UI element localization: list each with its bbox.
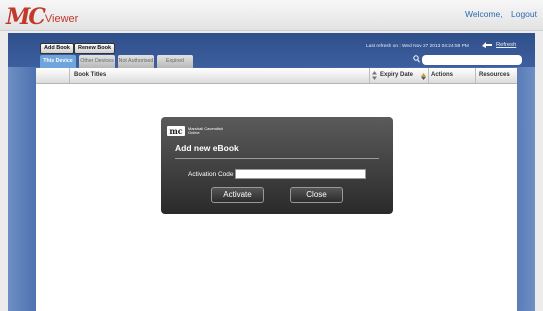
- app-logo: MC Viewer: [6, 4, 78, 28]
- column-expiry-date[interactable]: Expiry Date: [380, 72, 413, 78]
- brand-sub: Online: [188, 130, 200, 135]
- tab-not-authorised[interactable]: Not Authorised: [118, 55, 154, 68]
- column-resources: Resources: [479, 72, 510, 78]
- renew-book-button[interactable]: Renew Book: [74, 43, 116, 54]
- refresh-icon: [482, 42, 492, 48]
- tab-other-devices[interactable]: Other Devices: [79, 55, 115, 68]
- activate-button[interactable]: Activate: [211, 187, 264, 203]
- column-divider: [475, 68, 476, 83]
- sort-icon[interactable]: [421, 73, 426, 80]
- table-header: Book Titles Expiry Date Actions Resource…: [36, 68, 517, 84]
- top-header: MC Viewer Welcome, Logout: [0, 0, 543, 31]
- add-book-button[interactable]: Add Book: [40, 43, 74, 54]
- welcome-text: Welcome,: [464, 9, 503, 19]
- column-divider: [428, 68, 429, 83]
- sort-icon[interactable]: [372, 71, 377, 80]
- add-ebook-dialog: mc Marshall Cavendish Online Add new eBo…: [161, 117, 393, 214]
- tab-expired[interactable]: Expired: [157, 55, 193, 68]
- search-icon: [413, 55, 420, 63]
- close-button[interactable]: Close: [290, 187, 343, 203]
- refresh-link[interactable]: Refresh: [481, 41, 516, 49]
- last-refresh-text: Last refresh on : Wed Nov 27 2013 04:24:…: [366, 44, 469, 49]
- divider: [175, 158, 379, 159]
- column-actions: Actions: [431, 72, 454, 78]
- refresh-label: Refresh: [496, 42, 517, 48]
- activation-code-label: Activation Code: [188, 171, 234, 178]
- activation-code-input[interactable]: [235, 169, 366, 179]
- column-book-titles[interactable]: Book Titles: [74, 72, 106, 78]
- search-input[interactable]: [422, 55, 522, 65]
- brand-text: Marshall Cavendish Online: [188, 126, 223, 136]
- column-divider: [69, 68, 70, 83]
- logo-badge: mc: [167, 126, 185, 136]
- tab-this-device[interactable]: This Device: [40, 55, 76, 68]
- publisher-logo: mc Marshall Cavendish Online: [167, 126, 223, 136]
- logout-link[interactable]: Logout: [511, 9, 537, 19]
- welcome-area: Welcome, Logout: [465, 9, 537, 19]
- dialog-title: Add new eBook: [175, 143, 239, 153]
- logo-text: Viewer: [44, 13, 79, 25]
- column-divider: [369, 68, 370, 83]
- logo-mark: MC: [6, 4, 46, 30]
